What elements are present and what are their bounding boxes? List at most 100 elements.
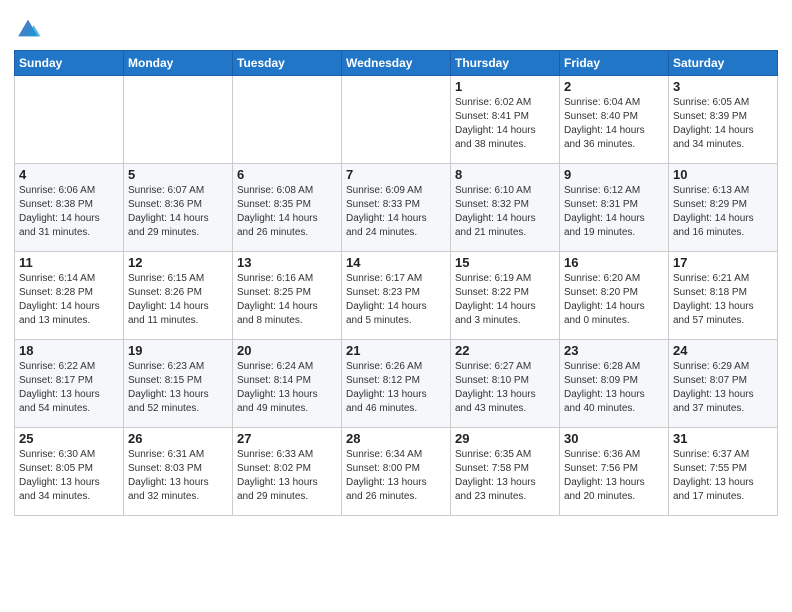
day-number: 26 (128, 431, 228, 446)
calendar-cell: 29 Sunrise: 6:35 AMSunset: 7:58 PMDayligh… (451, 428, 560, 516)
calendar-cell: 30 Sunrise: 6:36 AMSunset: 7:56 PMDayligh… (560, 428, 669, 516)
day-info: Sunrise: 6:22 AMSunset: 8:17 PMDaylight:… (19, 360, 119, 416)
week-row-4: 18 Sunrise: 6:22 AMSunset: 8:17 PMDayligh… (15, 340, 778, 428)
day-number: 19 (128, 343, 228, 358)
calendar-cell: 27Sunrise: 6:33 AMSunset: 8:02 PMDayligh… (233, 428, 342, 516)
calendar-cell: 2Sunrise: 6:04 AMSunset: 8:40 PMDaylight… (560, 76, 669, 164)
calendar-cell (15, 76, 124, 164)
day-info: Sunrise: 6:10 AMSunset: 8:32 PMDaylight:… (455, 184, 555, 240)
calendar-cell (233, 76, 342, 164)
day-number: 21 (346, 343, 446, 358)
day-number: 15 (455, 255, 555, 270)
day-info: Sunrise: 6:26 AMSunset: 8:12 PMDaylight:… (346, 360, 446, 416)
day-info: Sunrise: 6:29 AMSunset: 8:07 PMDaylight:… (673, 360, 773, 416)
day-number: 25 (19, 431, 119, 446)
day-info: Sunrise: 6:13 AMSunset: 8:29 PMDaylight:… (673, 184, 773, 240)
day-number: 23 (564, 343, 664, 358)
day-number: 2 (564, 79, 664, 94)
day-info: Sunrise: 6:20 AMSunset: 8:20 PMDaylight:… (564, 272, 664, 328)
day-info: Sunrise: 6:27 AMSunset: 8:10 PMDaylight:… (455, 360, 555, 416)
calendar-cell: 11 Sunrise: 6:14 AMSunset: 8:28 PMDayligh… (15, 252, 124, 340)
weekday-sunday: Sunday (15, 51, 124, 76)
day-info: Sunrise: 6:15 AMSunset: 8:26 PMDaylight:… (128, 272, 228, 328)
day-number: 29 (455, 431, 555, 446)
day-number: 8 (455, 167, 555, 182)
header (14, 10, 778, 42)
calendar-cell: 13 Sunrise: 6:16 AMSunset: 8:25 PMDayligh… (233, 252, 342, 340)
day-info: Sunrise: 6:14 AMSunset: 8:28 PMDaylight:… (19, 272, 119, 328)
calendar-cell: 28 Sunrise: 6:34 AMSunset: 8:00 PMDayligh… (342, 428, 451, 516)
day-number: 17 (673, 255, 773, 270)
day-number: 9 (564, 167, 664, 182)
day-number: 6 (237, 167, 337, 182)
day-info: Sunrise: 6:36 AMSunset: 7:56 PMDaylight:… (564, 448, 664, 504)
day-info: Sunrise: 6:17 AMSunset: 8:23 PMDaylight:… (346, 272, 446, 328)
day-number: 31 (673, 431, 773, 446)
day-number: 11 (19, 255, 119, 270)
day-number: 16 (564, 255, 664, 270)
calendar-cell: 12Sunrise: 6:15 AMSunset: 8:26 PMDayligh… (124, 252, 233, 340)
calendar-cell: 23 Sunrise: 6:28 AMSunset: 8:09 PMDayligh… (560, 340, 669, 428)
day-info: Sunrise: 6:08 AMSunset: 8:35 PMDaylight:… (237, 184, 337, 240)
calendar-cell: 10 Sunrise: 6:13 AMSunset: 8:29 PMDayligh… (669, 164, 778, 252)
day-number: 3 (673, 79, 773, 94)
calendar-cell: 8 Sunrise: 6:10 AMSunset: 8:32 PMDaylight… (451, 164, 560, 252)
week-row-2: 4 Sunrise: 6:06 AMSunset: 8:38 PMDaylight… (15, 164, 778, 252)
weekday-saturday: Saturday (669, 51, 778, 76)
calendar-cell: 17Sunrise: 6:21 AMSunset: 8:18 PMDayligh… (669, 252, 778, 340)
day-info: Sunrise: 6:37 AMSunset: 7:55 PMDaylight:… (673, 448, 773, 504)
day-info: Sunrise: 6:30 AMSunset: 8:05 PMDaylight:… (19, 448, 119, 504)
calendar-cell (342, 76, 451, 164)
day-number: 20 (237, 343, 337, 358)
day-info: Sunrise: 6:23 AMSunset: 8:15 PMDaylight:… (128, 360, 228, 416)
weekday-tuesday: Tuesday (233, 51, 342, 76)
day-number: 13 (237, 255, 337, 270)
calendar-cell: 14 Sunrise: 6:17 AMSunset: 8:23 PMDayligh… (342, 252, 451, 340)
day-info: Sunrise: 6:16 AMSunset: 8:25 PMDaylight:… (237, 272, 337, 328)
calendar-cell: 21 Sunrise: 6:26 AMSunset: 8:12 PMDayligh… (342, 340, 451, 428)
week-row-5: 25 Sunrise: 6:30 AMSunset: 8:05 PMDayligh… (15, 428, 778, 516)
day-info: Sunrise: 6:19 AMSunset: 8:22 PMDaylight:… (455, 272, 555, 328)
day-info: Sunrise: 6:35 AMSunset: 7:58 PMDaylight:… (455, 448, 555, 504)
calendar-cell: 25 Sunrise: 6:30 AMSunset: 8:05 PMDayligh… (15, 428, 124, 516)
calendar-cell: 18 Sunrise: 6:22 AMSunset: 8:17 PMDayligh… (15, 340, 124, 428)
calendar-cell: 5 Sunrise: 6:07 AMSunset: 8:36 PMDaylight… (124, 164, 233, 252)
calendar-cell (124, 76, 233, 164)
day-number: 14 (346, 255, 446, 270)
day-number: 5 (128, 167, 228, 182)
weekday-thursday: Thursday (451, 51, 560, 76)
day-info: Sunrise: 6:02 AMSunset: 8:41 PMDaylight:… (455, 96, 555, 152)
calendar-cell: 7Sunrise: 6:09 AMSunset: 8:33 PMDaylight… (342, 164, 451, 252)
day-number: 18 (19, 343, 119, 358)
week-row-3: 11 Sunrise: 6:14 AMSunset: 8:28 PMDayligh… (15, 252, 778, 340)
page: SundayMondayTuesdayWednesdayThursdayFrid… (0, 0, 792, 612)
logo-icon (14, 14, 42, 42)
day-info: Sunrise: 6:34 AMSunset: 8:00 PMDaylight:… (346, 448, 446, 504)
weekday-friday: Friday (560, 51, 669, 76)
week-row-1: 1 Sunrise: 6:02 AMSunset: 8:41 PMDaylight… (15, 76, 778, 164)
calendar: SundayMondayTuesdayWednesdayThursdayFrid… (14, 50, 778, 516)
day-number: 7 (346, 167, 446, 182)
calendar-cell: 6 Sunrise: 6:08 AMSunset: 8:35 PMDaylight… (233, 164, 342, 252)
day-number: 24 (673, 343, 773, 358)
day-info: Sunrise: 6:07 AMSunset: 8:36 PMDaylight:… (128, 184, 228, 240)
logo (14, 14, 46, 42)
weekday-monday: Monday (124, 51, 233, 76)
calendar-cell: 19 Sunrise: 6:23 AMSunset: 8:15 PMDayligh… (124, 340, 233, 428)
day-info: Sunrise: 6:28 AMSunset: 8:09 PMDaylight:… (564, 360, 664, 416)
calendar-cell: 26Sunrise: 6:31 AMSunset: 8:03 PMDayligh… (124, 428, 233, 516)
day-number: 10 (673, 167, 773, 182)
day-info: Sunrise: 6:06 AMSunset: 8:38 PMDaylight:… (19, 184, 119, 240)
day-number: 28 (346, 431, 446, 446)
calendar-cell: 4 Sunrise: 6:06 AMSunset: 8:38 PMDaylight… (15, 164, 124, 252)
weekday-header-row: SundayMondayTuesdayWednesdayThursdayFrid… (15, 51, 778, 76)
day-number: 1 (455, 79, 555, 94)
weekday-wednesday: Wednesday (342, 51, 451, 76)
day-number: 22 (455, 343, 555, 358)
calendar-cell: 22 Sunrise: 6:27 AMSunset: 8:10 PMDayligh… (451, 340, 560, 428)
day-number: 30 (564, 431, 664, 446)
calendar-cell: 3Sunrise: 6:05 AMSunset: 8:39 PMDaylight… (669, 76, 778, 164)
day-info: Sunrise: 6:33 AMSunset: 8:02 PMDaylight:… (237, 448, 337, 504)
day-number: 4 (19, 167, 119, 182)
calendar-cell: 1 Sunrise: 6:02 AMSunset: 8:41 PMDaylight… (451, 76, 560, 164)
